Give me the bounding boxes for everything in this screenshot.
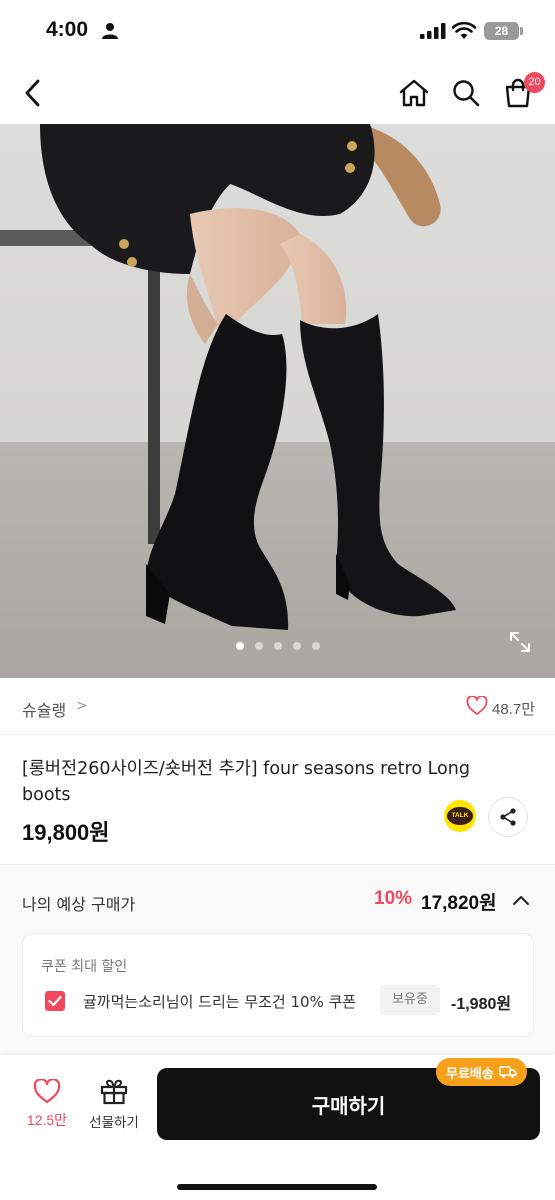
heart-icon bbox=[33, 1079, 61, 1104]
expand-image-button[interactable] bbox=[506, 628, 534, 656]
status-time: 4:00 bbox=[46, 18, 89, 41]
nav-bar: 20 bbox=[0, 62, 555, 124]
coupon-card: 쿠폰 최대 할인 귤까먹는소리님이 드리는 무조건 10% 쿠폰 보유중 -1,… bbox=[22, 933, 534, 1037]
carousel-dot[interactable] bbox=[311, 642, 320, 650]
kakao-talk-share-button[interactable]: TALK bbox=[444, 800, 476, 832]
expected-price-section: 나의 예상 구매가 10% 17,820원 쿠폰 최대 할인 귤까먹는소리님이 … bbox=[0, 865, 555, 1055]
expected-price-value: 17,820원 bbox=[421, 893, 497, 914]
chevron-left-icon bbox=[25, 79, 40, 107]
gift-icon bbox=[100, 1079, 128, 1105]
brand-row: 슈슐랭 > 48.7만 bbox=[0, 678, 555, 735]
collapse-toggle-button[interactable] bbox=[510, 889, 532, 911]
brand-like-count: 48.7만 bbox=[492, 701, 535, 718]
gift-button[interactable]: 선물하기 bbox=[84, 1079, 144, 1139]
cellular-signal-icon bbox=[420, 23, 446, 43]
carousel-dot[interactable] bbox=[254, 642, 263, 650]
brand-name-link[interactable]: 슈슐랭 bbox=[22, 697, 66, 721]
carousel-dots bbox=[0, 642, 555, 650]
status-bar: 4:00 28 bbox=[0, 0, 555, 62]
delivery-truck-icon bbox=[499, 1066, 517, 1079]
kakao-talk-icon: TALK bbox=[447, 807, 473, 825]
wifi-icon bbox=[451, 21, 477, 44]
carousel-dot[interactable] bbox=[273, 642, 282, 650]
brand-chevron-icon: > bbox=[76, 698, 88, 714]
share-button[interactable] bbox=[488, 797, 528, 837]
heart-icon[interactable] bbox=[466, 695, 488, 720]
home-indicator bbox=[177, 1184, 377, 1190]
back-button[interactable] bbox=[16, 76, 50, 110]
battery-indicator: 28 bbox=[484, 22, 519, 40]
cart-count-badge: 20 bbox=[524, 72, 545, 93]
person-icon bbox=[102, 22, 118, 44]
free-shipping-label: 무료배송 bbox=[446, 1066, 494, 1082]
coupon-heading: 쿠폰 최대 할인 bbox=[41, 959, 128, 975]
discount-percent: 10% bbox=[374, 888, 413, 909]
coupon-checkbox[interactable] bbox=[45, 991, 65, 1011]
product-image-carousel[interactable] bbox=[0, 124, 555, 678]
search-icon bbox=[453, 80, 480, 107]
coupon-discount-amount: -1,980원 bbox=[451, 996, 512, 1013]
product-price: 19,800원 bbox=[22, 820, 110, 845]
home-icon bbox=[399, 79, 429, 107]
chevron-up-icon bbox=[513, 896, 529, 905]
coupon-owned-badge: 보유중 bbox=[380, 985, 440, 1015]
share-icon bbox=[500, 808, 516, 826]
home-button[interactable] bbox=[396, 75, 432, 111]
coupon-name: 귤까먹는소리님이 드리는 무조건 10% 쿠폰 bbox=[83, 993, 357, 1011]
like-button[interactable]: 12.5만 bbox=[18, 1079, 76, 1139]
free-shipping-badge: 무료배송 bbox=[436, 1058, 527, 1086]
carousel-dot[interactable] bbox=[292, 642, 301, 650]
expected-price-label: 나의 예상 구매가 bbox=[22, 895, 136, 914]
bottom-action-bar: 12.5만 선물하기 구매하기 무료배송 bbox=[0, 1055, 555, 1200]
product-title: [롱버전260사이즈/숏버전 추가] four seasons retro Lo… bbox=[22, 759, 470, 805]
battery-tip bbox=[520, 27, 523, 35]
search-button[interactable] bbox=[448, 75, 484, 111]
product-photo bbox=[0, 124, 555, 678]
expand-icon bbox=[510, 632, 530, 652]
carousel-dot[interactable] bbox=[235, 642, 244, 650]
like-count: 12.5만 bbox=[26, 1112, 68, 1128]
checkmark-icon bbox=[48, 995, 62, 1007]
gift-label: 선물하기 bbox=[89, 1115, 139, 1131]
